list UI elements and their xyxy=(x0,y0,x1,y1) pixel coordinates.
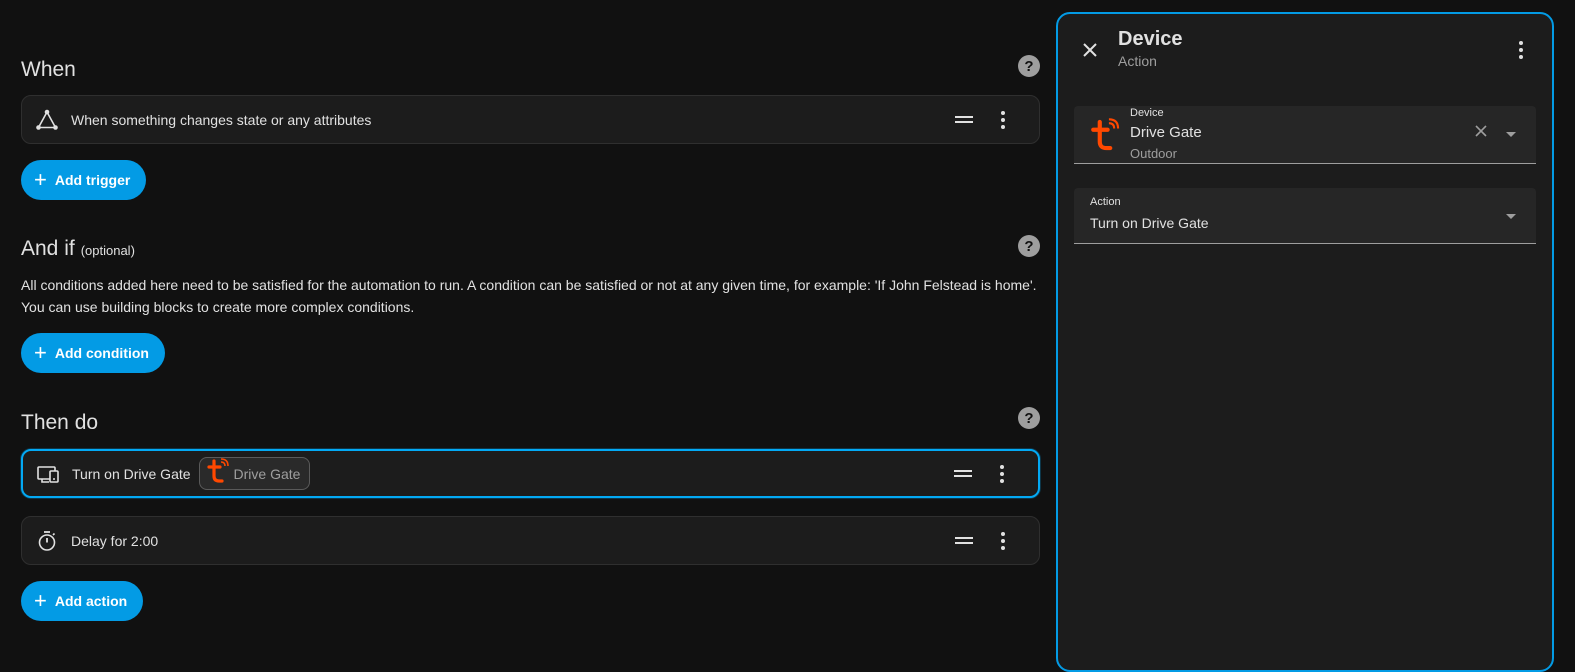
description-line-2: You can use building blocks to create mo… xyxy=(21,299,415,315)
optional-label: (optional) xyxy=(80,243,135,258)
and-if-section-header: And if (optional) xyxy=(21,237,135,261)
trigger-label: When something changes state or any attr… xyxy=(71,111,372,128)
device-chip[interactable]: Drive Gate xyxy=(198,457,311,490)
when-section-header: When xyxy=(21,58,76,82)
action-field-caption: Action xyxy=(1090,196,1121,208)
action-menu-icon[interactable] xyxy=(993,531,1013,550)
panel-menu-icon[interactable] xyxy=(1516,41,1526,59)
then-do-title: Then do xyxy=(21,411,99,434)
clear-icon[interactable] xyxy=(1474,124,1488,138)
dropdown-arrow-icon[interactable] xyxy=(1506,214,1516,219)
tuya-logo-icon xyxy=(1088,118,1122,157)
trigger-row[interactable]: When something changes state or any attr… xyxy=(21,95,1040,144)
plus-icon: + xyxy=(34,167,47,192)
action-row-delay[interactable]: Delay for 2:00 xyxy=(21,516,1040,565)
drag-handle-icon[interactable] xyxy=(954,469,972,478)
description-line-1: All conditions added here need to be sat… xyxy=(21,277,1037,293)
device-field-caption: Device xyxy=(1130,107,1164,119)
device-picker[interactable]: Device Drive Gate Outdoor xyxy=(1074,106,1536,164)
plus-icon: + xyxy=(34,340,47,365)
and-if-help-icon[interactable]: ? xyxy=(1018,235,1040,257)
action-field-value: Turn on Drive Gate xyxy=(1090,215,1209,231)
action-row-turn-on[interactable]: Turn on Drive Gate Drive Gate xyxy=(21,449,1040,498)
drag-handle-icon[interactable] xyxy=(955,536,973,545)
device-field-value: Drive Gate xyxy=(1130,124,1202,141)
when-title: When xyxy=(21,58,76,81)
dropdown-arrow-icon[interactable] xyxy=(1506,132,1516,137)
tuya-logo-icon xyxy=(206,458,230,489)
close-icon[interactable] xyxy=(1080,40,1100,60)
device-chip-label: Drive Gate xyxy=(233,465,301,482)
action-select[interactable]: Action Turn on Drive Gate xyxy=(1074,188,1536,244)
delay-label: Delay for 2:00 xyxy=(71,532,159,549)
add-condition-label: Add condition xyxy=(54,345,149,361)
trigger-menu-icon[interactable] xyxy=(993,110,1013,129)
then-do-help-icon[interactable]: ? xyxy=(1018,407,1040,429)
add-trigger-button[interactable]: + Add trigger xyxy=(21,160,147,200)
action-menu-icon[interactable] xyxy=(992,464,1012,483)
state-trigger-icon xyxy=(35,108,59,132)
add-condition-button[interactable]: + Add condition xyxy=(21,333,165,373)
automation-editor: When ? When something changes state or a… xyxy=(21,0,1040,652)
panel-subtitle: Action xyxy=(1118,53,1157,69)
action-label: Turn on Drive Gate xyxy=(72,465,191,482)
add-action-button[interactable]: + Add action xyxy=(21,581,144,621)
add-action-label: Add action xyxy=(54,593,128,609)
then-do-section-header: Then do xyxy=(21,411,98,435)
device-field-area: Outdoor xyxy=(1130,146,1177,161)
drag-handle-icon[interactable] xyxy=(955,115,973,124)
when-help-icon[interactable]: ? xyxy=(1018,55,1040,77)
plus-icon: + xyxy=(34,588,47,613)
timer-icon xyxy=(35,529,59,553)
and-if-title: And if xyxy=(21,237,75,260)
panel-title: Device xyxy=(1118,28,1183,50)
add-trigger-label: Add trigger xyxy=(54,172,131,188)
device-icon xyxy=(36,462,60,486)
conditions-description: All conditions added here need to be sat… xyxy=(21,274,1040,318)
device-action-panel: Device Action Device Drive Gate Outdoor … xyxy=(1056,12,1554,672)
